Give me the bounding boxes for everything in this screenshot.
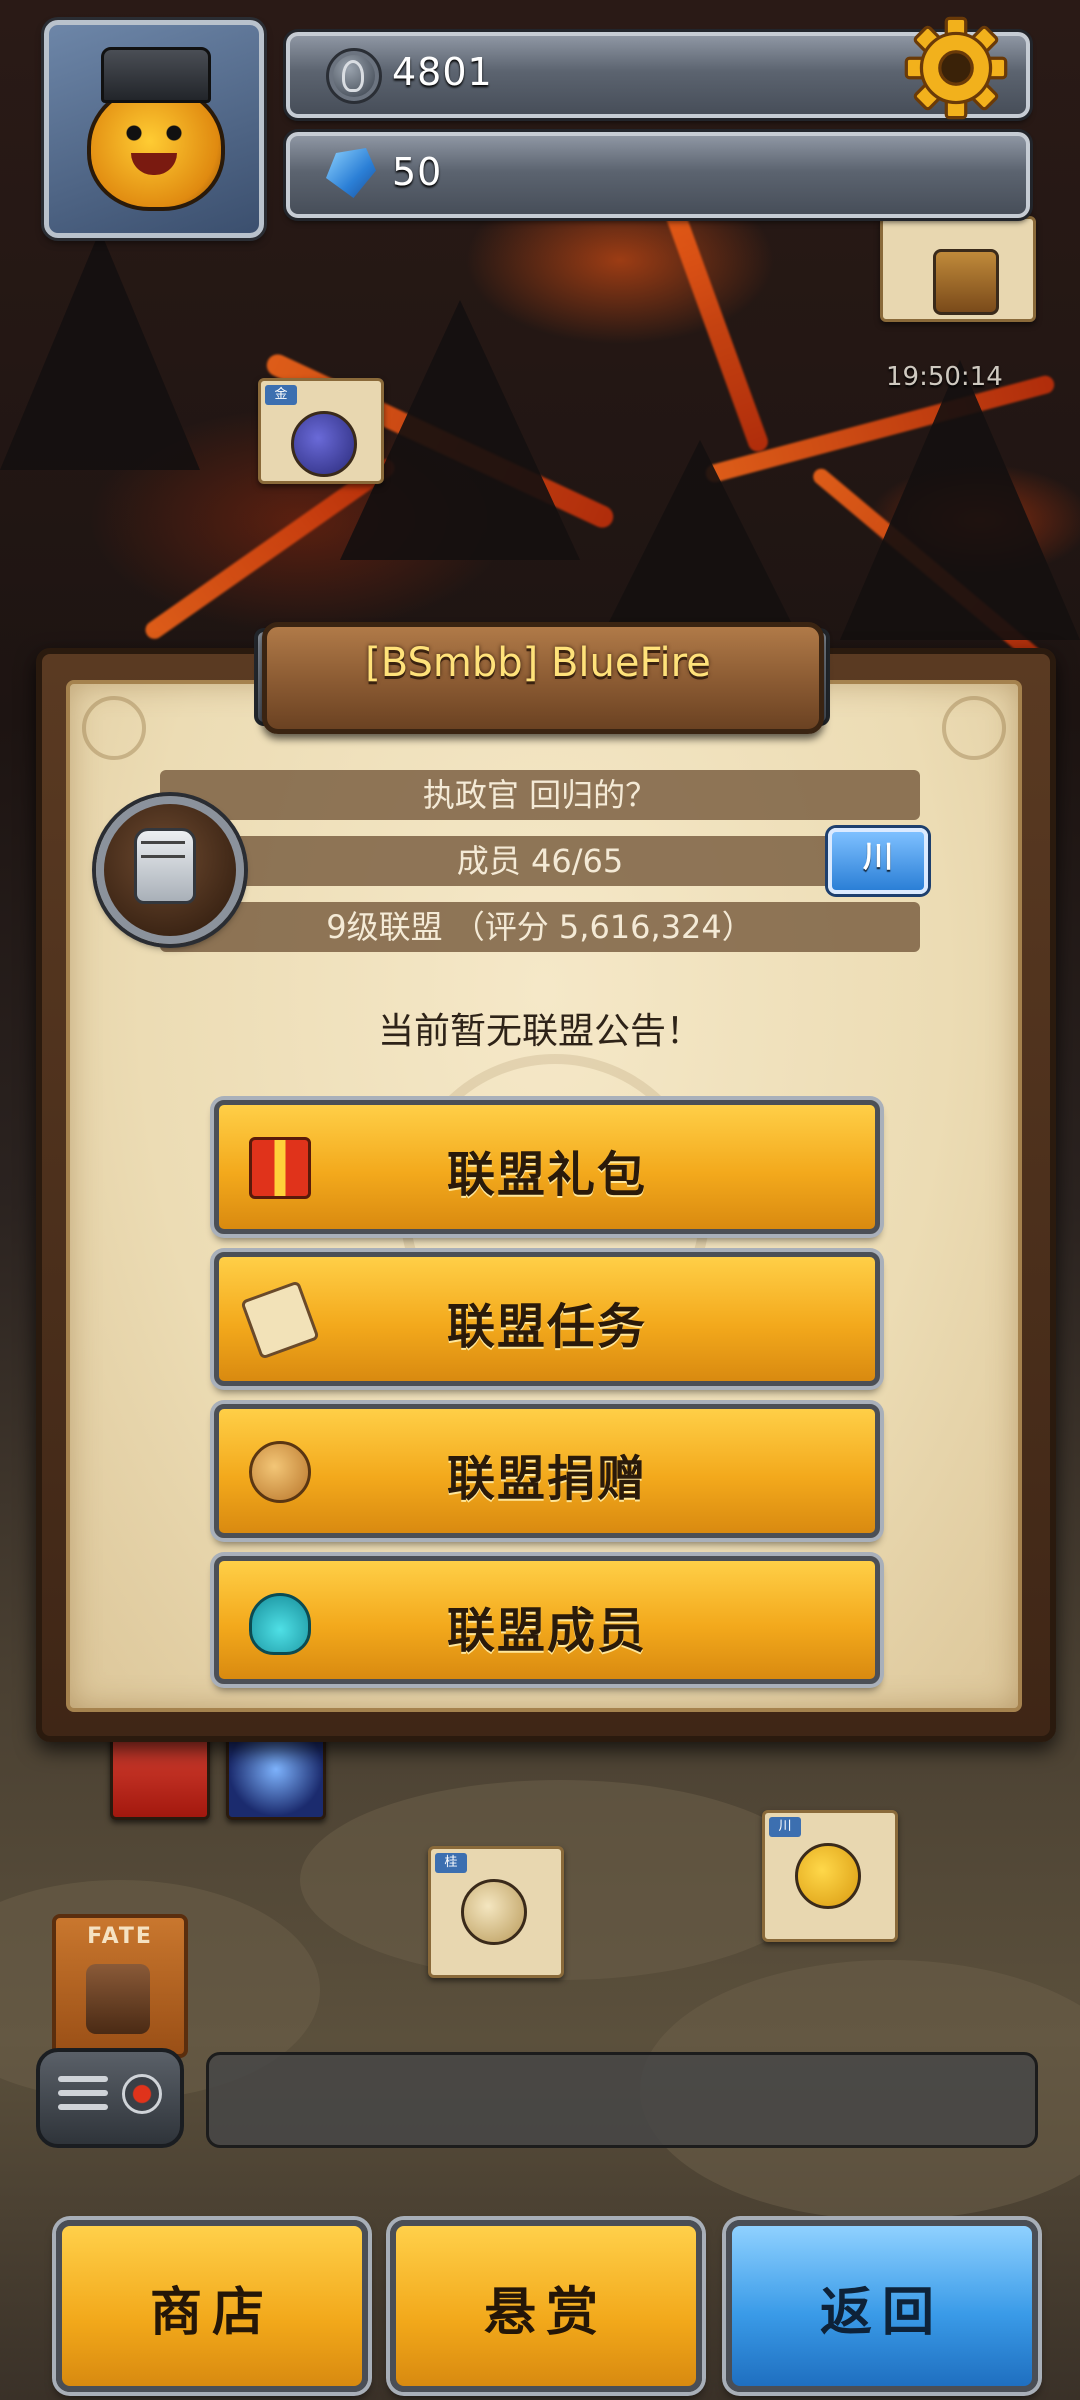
coin-icon bbox=[326, 48, 382, 104]
avatar-hat bbox=[101, 47, 211, 103]
marker-flag: 金 bbox=[265, 385, 297, 405]
alliance-members-row: 成员 46/65 bbox=[160, 836, 920, 886]
shop-label: 商店 bbox=[149, 2283, 274, 2343]
alliance-quest-button[interactable]: 联盟任务 bbox=[214, 1252, 880, 1386]
avatar-eyes bbox=[119, 125, 189, 141]
treasure-chest-icon bbox=[933, 249, 999, 315]
gear-icon[interactable] bbox=[902, 14, 1010, 122]
alliance-title: [BSmbb] BlueFire bbox=[365, 640, 711, 686]
chat-record-icon bbox=[122, 2074, 162, 2114]
back-button[interactable]: 返回 bbox=[726, 2220, 1038, 2392]
marker-character bbox=[461, 1879, 527, 1945]
alliance-members-button[interactable]: 联盟成员 bbox=[214, 1556, 880, 1684]
chat-menu-icon bbox=[58, 2076, 108, 2082]
alliance-leader-row: 执政官 回归的？ bbox=[160, 770, 920, 820]
marker-flag: 川 bbox=[769, 1817, 801, 1837]
fate-label: FATE bbox=[87, 1924, 153, 1949]
map-player-marker[interactable]: 金 bbox=[258, 378, 384, 484]
fate-event-card[interactable]: FATE bbox=[52, 1914, 188, 2058]
alliance-members-label: 联盟成员 bbox=[446, 1603, 647, 1659]
coin-value: 4801 bbox=[392, 50, 493, 94]
chat-button[interactable] bbox=[36, 2048, 184, 2148]
panel-ornament bbox=[82, 696, 146, 760]
alliance-level-row: 9级联盟 （评分 5,616,324） bbox=[160, 902, 920, 952]
map-player-marker[interactable]: 桂 bbox=[428, 1846, 564, 1978]
gem-value: 50 bbox=[392, 150, 443, 194]
fate-icon bbox=[86, 1964, 150, 2034]
gem-icon bbox=[326, 148, 376, 198]
alliance-donate-label: 联盟捐赠 bbox=[446, 1451, 647, 1507]
chat-message-bar[interactable] bbox=[206, 2052, 1038, 2148]
marker-flag: 桂 bbox=[435, 1853, 467, 1873]
player-avatar-button[interactable] bbox=[44, 20, 264, 238]
map-player-marker[interactable]: 川 bbox=[762, 1810, 898, 1942]
bounty-label: 悬赏 bbox=[483, 2283, 608, 2343]
alliance-quest-label: 联盟任务 bbox=[446, 1299, 647, 1355]
alliance-flag-button[interactable]: 川 bbox=[828, 828, 928, 894]
shop-button[interactable]: 商店 bbox=[56, 2220, 368, 2392]
fist-icon bbox=[134, 828, 196, 904]
map-timer: 19:50:14 bbox=[886, 362, 1003, 392]
alliance-gift-label: 联盟礼包 bbox=[446, 1147, 647, 1203]
alliance-donate-button[interactable]: 联盟捐赠 bbox=[214, 1404, 880, 1538]
alliance-emblem bbox=[96, 796, 244, 944]
gem-counter: 50 bbox=[286, 132, 1030, 218]
marker-character bbox=[291, 411, 357, 477]
panel-ornament bbox=[942, 696, 1006, 760]
marker-character bbox=[795, 1843, 861, 1909]
back-label: 返回 bbox=[819, 2283, 944, 2343]
alliance-gift-button[interactable]: 联盟礼包 bbox=[214, 1100, 880, 1234]
alliance-notice: 当前暂无联盟公告！ bbox=[377, 1011, 702, 1052]
map-treasure-marker[interactable] bbox=[880, 216, 1036, 322]
bounty-button[interactable]: 悬赏 bbox=[390, 2220, 702, 2392]
